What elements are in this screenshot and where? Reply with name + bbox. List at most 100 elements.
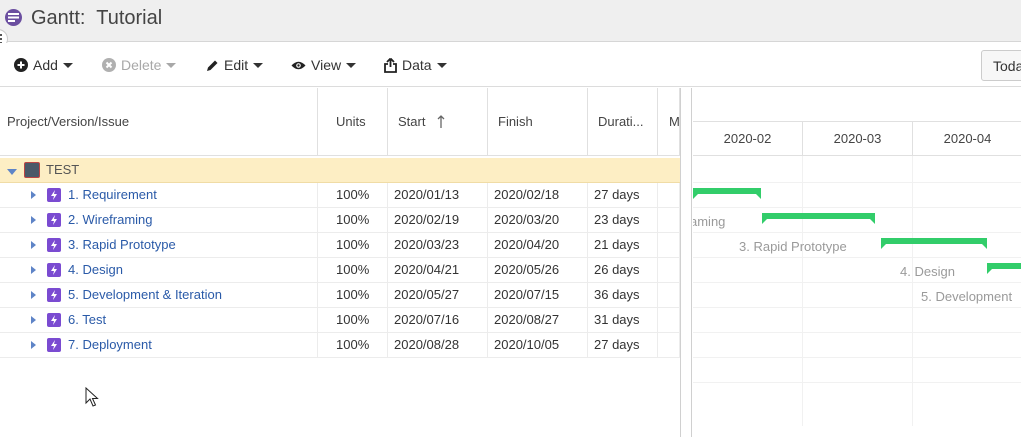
issue-more bbox=[658, 233, 680, 257]
issue-type-icon bbox=[47, 313, 61, 327]
gantt-bar-rapid-prototype[interactable] bbox=[881, 238, 987, 249]
issue-name[interactable]: 2. Wireframing bbox=[68, 208, 318, 232]
gantt-chart: 2020-02 2020-03 2020-04 aming 3. Rapid P… bbox=[693, 88, 1021, 437]
today-button[interactable]: Toda bbox=[981, 50, 1021, 81]
issue-name[interactable]: 1. Requirement bbox=[68, 183, 318, 207]
bar-label: 4. Design bbox=[900, 264, 955, 279]
issue-type-icon bbox=[47, 338, 61, 352]
expand-arrow-icon[interactable] bbox=[31, 341, 36, 349]
issue-finish: 2020/04/20 bbox=[488, 233, 588, 257]
column-header-more[interactable]: M bbox=[658, 88, 680, 156]
issue-more bbox=[658, 283, 680, 307]
app-menu-icon[interactable] bbox=[5, 9, 22, 26]
gantt-bar-wireframing[interactable] bbox=[762, 213, 875, 224]
gantt-bar-design[interactable] bbox=[987, 263, 1021, 274]
add-label: Add bbox=[33, 57, 58, 73]
delete-button[interactable]: Delete bbox=[102, 56, 177, 74]
expand-arrow-icon[interactable] bbox=[31, 291, 36, 299]
issue-duration: 31 days bbox=[588, 308, 658, 332]
column-header-finish[interactable]: Finish bbox=[488, 88, 588, 156]
month-header: 2020-03 bbox=[803, 122, 913, 156]
issue-units: 100% bbox=[318, 208, 388, 232]
column-header-duration[interactable]: Durati... bbox=[588, 88, 658, 156]
issue-row[interactable]: 1. Requirement 100% 2020/01/13 2020/02/18 27… bbox=[0, 183, 680, 208]
data-label: Data bbox=[402, 57, 432, 73]
chevron-down-icon bbox=[253, 62, 264, 68]
issue-row[interactable]: 6. Test 100% 2020/07/16 2020/08/27 31 days bbox=[0, 308, 680, 333]
task-grid: Project/Version/Issue Units Start Finish… bbox=[0, 88, 680, 437]
issue-start: 2020/03/23 bbox=[388, 233, 488, 257]
issue-name[interactable]: 3. Rapid Prototype bbox=[68, 233, 318, 257]
add-button[interactable]: Add bbox=[14, 56, 73, 74]
expand-arrow-icon[interactable] bbox=[31, 216, 36, 224]
expand-arrow-icon[interactable] bbox=[31, 266, 36, 274]
issue-more bbox=[658, 333, 680, 357]
column-header-name[interactable]: Project/Version/Issue bbox=[0, 88, 318, 156]
issue-finish: 2020/07/15 bbox=[488, 283, 588, 307]
row-line bbox=[693, 307, 1021, 308]
issue-type-icon bbox=[47, 188, 61, 202]
issue-row[interactable]: 4. Design 100% 2020/04/21 2020/05/26 26 days bbox=[0, 258, 680, 283]
issue-start: 2020/01/13 bbox=[388, 183, 488, 207]
edit-label: Edit bbox=[224, 57, 249, 73]
issue-units: 100% bbox=[318, 333, 388, 357]
issue-row[interactable]: 2. Wireframing 100% 2020/02/19 2020/03/20 23… bbox=[0, 208, 680, 233]
issue-row[interactable]: 3. Rapid Prototype 100% 2020/03/23 2020/04/… bbox=[0, 233, 680, 258]
issue-name[interactable]: 6. Test bbox=[68, 308, 318, 332]
row-line bbox=[693, 257, 1021, 258]
issue-name[interactable]: 5. Development & Iteration bbox=[68, 283, 318, 307]
column-header-start[interactable]: Start bbox=[388, 88, 488, 156]
expand-arrow-icon[interactable] bbox=[31, 191, 36, 199]
title-bar: Gantt: Tutorial bbox=[0, 0, 1021, 42]
pane-splitter[interactable] bbox=[680, 88, 692, 437]
edit-button[interactable]: Edit bbox=[206, 56, 264, 74]
toolbar: Add Delete Edit View Data Toda bbox=[0, 43, 1021, 87]
issue-duration: 36 days bbox=[588, 283, 658, 307]
issue-finish: 2020/05/26 bbox=[488, 258, 588, 282]
share-export-icon bbox=[384, 57, 397, 73]
issue-more bbox=[658, 308, 680, 332]
view-button[interactable]: View bbox=[291, 56, 357, 74]
issue-units: 100% bbox=[318, 233, 388, 257]
bar-label: aming bbox=[693, 214, 726, 229]
row-line bbox=[693, 232, 1021, 233]
eye-icon bbox=[291, 61, 306, 69]
row-line bbox=[693, 332, 1021, 333]
issue-duration: 23 days bbox=[588, 208, 658, 232]
issue-more bbox=[658, 258, 680, 282]
issue-name[interactable]: 7. Deployment bbox=[68, 333, 318, 357]
issue-units: 100% bbox=[318, 283, 388, 307]
issue-more bbox=[658, 208, 680, 232]
issue-start: 2020/02/19 bbox=[388, 208, 488, 232]
issue-duration: 27 days bbox=[588, 183, 658, 207]
row-line bbox=[693, 207, 1021, 208]
issue-name[interactable]: 4. Design bbox=[68, 258, 318, 282]
chevron-down-icon bbox=[166, 62, 177, 68]
gantt-bar-requirement[interactable] bbox=[693, 188, 761, 199]
timeline-header-top bbox=[693, 88, 1021, 122]
project-row[interactable]: TEST bbox=[0, 158, 680, 183]
issue-duration: 26 days bbox=[588, 258, 658, 282]
issue-type-icon bbox=[47, 263, 61, 277]
close-circle-icon bbox=[102, 58, 116, 72]
project-icon bbox=[24, 162, 40, 178]
expand-arrow-icon[interactable] bbox=[31, 316, 36, 324]
column-header-units[interactable]: Units bbox=[318, 88, 388, 156]
sort-ascending-icon[interactable] bbox=[437, 115, 445, 128]
expand-arrow-icon[interactable] bbox=[31, 241, 36, 249]
bar-label: 3. Rapid Prototype bbox=[739, 239, 847, 254]
issue-start: 2020/08/28 bbox=[388, 333, 488, 357]
issue-finish: 2020/03/20 bbox=[488, 208, 588, 232]
issue-row[interactable]: 5. Development & Iteration 100% 2020/05/27… bbox=[0, 283, 680, 308]
data-button[interactable]: Data bbox=[384, 56, 447, 74]
chevron-down-icon bbox=[346, 62, 357, 68]
issue-duration: 21 days bbox=[588, 233, 658, 257]
project-name: TEST bbox=[46, 162, 80, 177]
delete-label: Delete bbox=[121, 57, 162, 73]
issue-finish: 2020/10/05 bbox=[488, 333, 588, 357]
issue-duration: 27 days bbox=[588, 333, 658, 357]
issue-row[interactable]: 7. Deployment 100% 2020/08/28 2020/10/05 27 … bbox=[0, 333, 680, 358]
column-header-start-label: Start bbox=[398, 114, 426, 129]
page-title: Gantt: Tutorial bbox=[31, 7, 163, 29]
collapse-arrow-icon[interactable] bbox=[7, 169, 17, 175]
